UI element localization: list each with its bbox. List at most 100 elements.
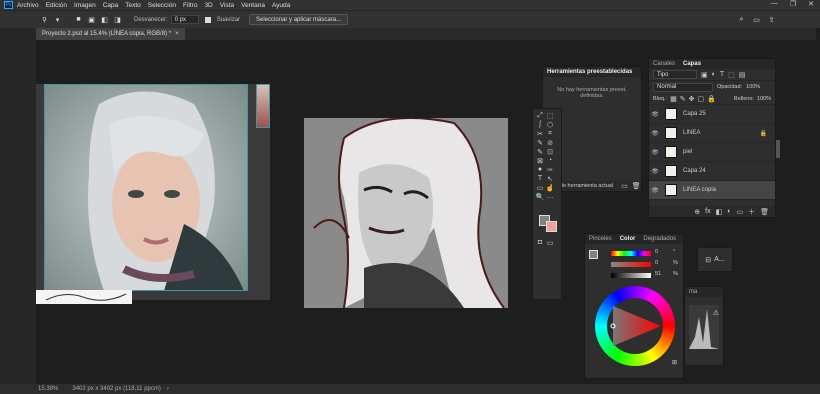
brush-tool-icon[interactable]: ✎ [535,147,545,156]
stamp-tool-icon[interactable]: ⊡ [545,147,555,156]
filter-smart-icon[interactable]: ▤ [739,71,746,79]
slider-h-value[interactable]: 0 [655,249,658,255]
adjustment-layer-icon[interactable]: ◐ [727,208,731,215]
lasso-icon[interactable]: ʃ [535,120,545,129]
menu-imagen[interactable]: Imagen [74,2,96,9]
layer-row[interactable]: 👁 LINEA 🔒 [649,124,775,143]
eyedropper-icon[interactable]: ✎ [535,138,545,147]
color-fg-swatch[interactable] [589,250,598,259]
visibility-eye-icon[interactable]: 👁 [649,111,661,118]
blend-mode-select[interactable]: Normal [653,82,713,92]
frame-tool-icon[interactable]: ⌗ [545,129,555,138]
more-tools-icon[interactable]: … [545,192,555,201]
photoshop-logo-icon[interactable]: Ps [4,1,13,9]
zoom-level[interactable]: 15.39% [38,386,58,392]
layer-row-selected[interactable]: 👁 LINEA copia [649,181,775,200]
select-and-mask-button[interactable]: Seleccionar y aplicar máscara... [249,14,349,25]
new-layer-icon[interactable]: ＋ [748,207,755,217]
healing-icon[interactable]: ⊘ [545,138,555,147]
slider-b-value[interactable]: 51 [655,271,661,277]
visibility-eye-icon[interactable]: 👁 [649,149,661,156]
screen-mode-icon[interactable]: ▭ [545,238,555,247]
blur-tool-icon[interactable]: ● [535,165,545,174]
search-icon[interactable]: ⌕ [737,15,746,24]
menu-capa[interactable]: Capa [103,2,119,9]
type-tool-icon[interactable]: T [535,174,545,183]
menu-filtro[interactable]: Filtro [183,2,197,9]
workspace-icon[interactable]: ▭ [752,15,761,24]
opacity-value[interactable]: 100% [746,84,760,90]
menu-vista[interactable]: Vista [220,2,234,9]
add-mask-icon[interactable]: ◧ [716,208,723,216]
quick-mask-icon[interactable]: ◘ [535,238,545,247]
visibility-eye-icon[interactable]: 👁 [649,168,661,175]
new-selection-icon[interactable]: ■ [74,15,83,24]
share-icon[interactable]: ⇪ [767,15,776,24]
add-to-swatches-icon[interactable]: ⊞ [672,359,677,366]
intersect-selection-icon[interactable]: ◨ [113,15,122,24]
visibility-eye-icon[interactable]: 👁 [649,130,661,137]
menu-ayuda[interactable]: Ayuda [272,2,290,9]
layer-row[interactable]: 👁 Capa 24 [649,162,775,181]
chevron-right-icon[interactable]: › [167,386,169,392]
delete-layer-icon[interactable]: 🗑 [760,208,769,216]
close-tab-icon[interactable]: × [175,31,179,37]
lock-all-icon[interactable]: 🔒 [707,95,716,103]
filter-pixel-icon[interactable]: ▣ [701,71,708,79]
new-preset-icon[interactable]: ▭ [621,182,628,190]
filter-type-icon[interactable]: T [720,71,724,78]
delete-preset-icon[interactable]: 🗑 [632,182,641,190]
filter-shape-icon[interactable]: ⬚ [728,71,735,79]
histogram-label[interactable]: ma [689,289,697,295]
slider-s-value[interactable]: 0 [655,260,658,266]
lock-move-icon[interactable]: ✥ [689,95,695,103]
document-tab[interactable]: Proyecto 2.psd al 15.4% (LÍNEA copia, RG… [36,28,185,40]
maximize-icon[interactable]: ❐ [790,0,796,8]
menu-3d[interactable]: 3D [204,2,212,9]
pen-tool-icon[interactable]: ✑ [545,165,555,174]
layer-filter-select[interactable]: Tipo [653,70,697,79]
move-tool-icon[interactable]: ⤢ [535,111,545,120]
crop-tool-icon[interactable]: ✂ [535,129,545,138]
filter-adjust-icon[interactable]: ◐ [712,71,716,78]
link-layers-icon[interactable]: ⊕ [694,208,700,216]
menu-ventana[interactable]: Ventana [241,2,265,9]
history-brush-icon[interactable]: ⊠ [535,156,545,165]
menu-seleccion[interactable]: Selección [148,2,176,9]
tab-capas[interactable]: Capas [683,61,701,67]
tab-color[interactable]: Color [620,236,636,242]
subtract-selection-icon[interactable]: ◧ [100,15,109,24]
fx-icon[interactable]: fx [705,208,710,215]
background-color-swatch[interactable] [546,221,557,232]
tab-degradados[interactable]: Degradados [643,236,676,242]
lasso-tool-icon[interactable]: ϙ [40,15,49,24]
object-select-icon[interactable]: ⬡ [545,120,555,129]
feather-input[interactable]: 0 px [170,15,199,24]
fill-value[interactable]: 100% [757,96,771,102]
menu-texto[interactable]: Texto [125,2,141,9]
tool-presets-title[interactable]: Herramientas preestablecidas [547,69,632,75]
zoom-tool-icon[interactable]: 🔍 [535,192,545,201]
marquee-tool-icon[interactable]: ⬚ [545,111,555,120]
lock-paint-icon[interactable]: ✎ [680,95,686,103]
path-select-icon[interactable]: ↖ [545,174,555,183]
add-selection-icon[interactable]: ▣ [87,15,96,24]
color-wheel[interactable] [595,286,675,366]
slider-b[interactable] [611,273,651,278]
layers-scrollbar[interactable] [776,140,780,158]
chevron-down-icon[interactable]: ▾ [53,15,62,24]
lock-artboard-icon[interactable]: ▢ [697,95,704,103]
antialias-checkbox[interactable] [204,16,211,23]
close-icon[interactable]: ✕ [808,0,814,8]
warning-icon[interactable]: ⚠ [713,309,719,317]
lock-pixels-icon[interactable]: ▦ [670,95,677,103]
tab-pinceles[interactable]: Pinceles [589,236,612,242]
menu-edicion[interactable]: Edición [46,2,67,9]
group-icon[interactable]: ▭ [736,208,743,216]
minimize-icon[interactable]: — [771,0,778,8]
collapsed-panel[interactable]: ⊟ A... [697,247,733,272]
tab-canales[interactable]: Canales [653,61,675,67]
canvas-artwork[interactable] [304,118,508,308]
visibility-eye-icon[interactable]: 👁 [649,187,661,194]
hand-tool-icon[interactable]: ☝ [545,183,555,192]
